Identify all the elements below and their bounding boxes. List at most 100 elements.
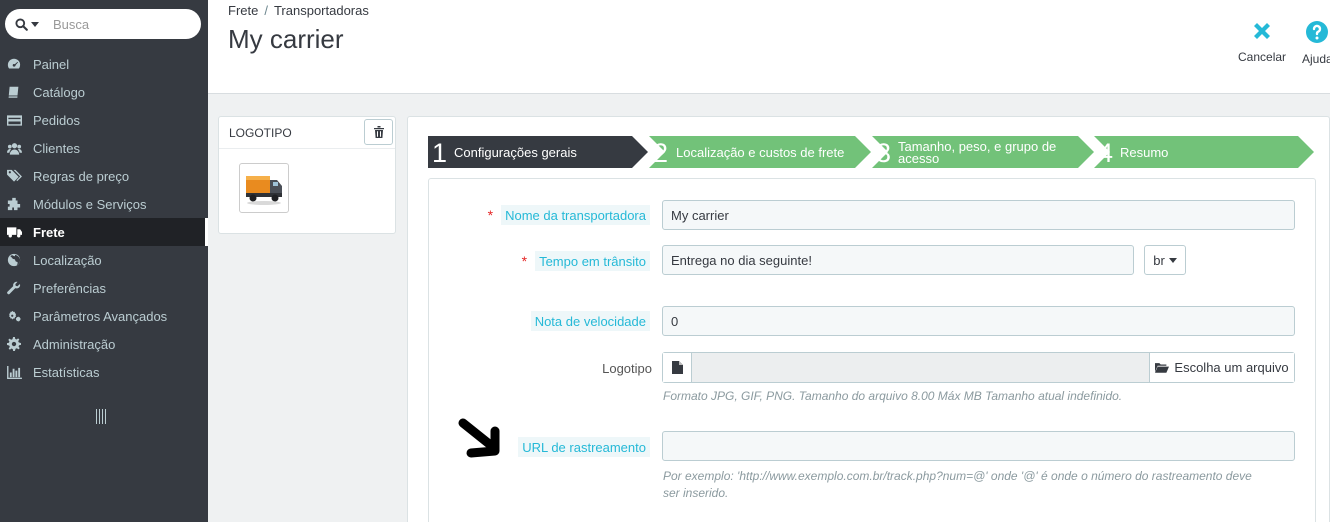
search-box [5, 9, 201, 39]
search-type-dropdown[interactable] [5, 9, 53, 39]
speed-grade-hint: Nota de velocidade [530, 311, 650, 331]
sidebar-item-label: Frete [33, 224, 65, 240]
breadcrumb: Frete / Transportadoras [228, 3, 369, 18]
sidebar-item-administracao[interactable]: Administração [0, 330, 208, 358]
sidebar-item-label: Módulos e Serviços [33, 196, 147, 212]
step-label: Resumo [1120, 145, 1169, 160]
tags-icon [6, 168, 22, 184]
tracking-url-hint: URL de rastreamento [518, 437, 650, 457]
search-icon [15, 17, 28, 31]
cancel-button[interactable]: Cancelar [1238, 20, 1286, 64]
carrier-name-label: * Nome da transportadora [470, 205, 650, 225]
sidebar-item-regras-de-preco[interactable]: Regras de preço [0, 162, 208, 190]
breadcrumb-item[interactable]: Transportadoras [274, 3, 369, 18]
sidebar-item-label: Localização [33, 252, 102, 268]
truck-icon [6, 224, 22, 240]
transit-time-hint: Tempo em trânsito [535, 251, 650, 271]
sidebar-item-catalogo[interactable]: Catálogo [0, 78, 208, 106]
truck-logo-icon [246, 176, 282, 205]
sidebar-item-label: Pedidos [33, 112, 80, 128]
carrier-name-hint: Nome da transportadora [501, 205, 650, 225]
tracking-help-text-line1: Por exemplo: 'http://www.exemplo.com.br/… [663, 469, 1252, 483]
trash-icon [373, 126, 384, 138]
logo-panel: LOGOTIPO [218, 116, 396, 234]
sidebar-item-preferencias[interactable]: Preferências [0, 274, 208, 302]
sidebar-item-label: Preferências [33, 280, 106, 296]
tracking-url-field[interactable] [662, 431, 1295, 461]
sidebar-item-painel[interactable]: Painel [0, 50, 208, 78]
logo-file-input: Escolha um arquivo [662, 352, 1295, 383]
sidebar-item-frete[interactable]: Frete [0, 218, 208, 246]
step-label: Localização e custos de frete [676, 145, 845, 160]
wizard-step-3[interactable]: 3 Tamanho, peso, e grupo de acesso [872, 136, 1094, 168]
sidebar-item-label: Administração [33, 336, 116, 352]
choose-file-button[interactable]: Escolha um arquivo [1149, 353, 1294, 382]
step-number: 2 [653, 138, 669, 168]
logo-help-text: Formato JPG, GIF, PNG. Tamanho do arquiv… [663, 389, 1123, 403]
question-circle-icon [1306, 21, 1329, 43]
close-icon [1254, 23, 1271, 39]
page-header: Frete / Transportadoras My carrier Cancela… [208, 0, 1330, 94]
sidebar-item-label: Estatísticas [33, 364, 100, 380]
cancel-label: Cancelar [1238, 50, 1287, 64]
chevron-down-icon [1168, 257, 1177, 263]
help-button[interactable]: Ajuda [1302, 20, 1330, 66]
sidebar-item-label: Regras de preço [33, 168, 130, 184]
transit-time-label: * Tempo em trânsito [470, 251, 650, 271]
sidebar-item-label: Parâmetros Avançados [33, 308, 168, 324]
sidebar-item-localizacao[interactable]: Localização [0, 246, 208, 274]
language-dropdown[interactable]: br [1144, 245, 1186, 275]
page-title: My carrier [228, 24, 344, 54]
sidebar-item-label: Painel [33, 56, 70, 72]
required-mark: * [521, 253, 528, 269]
sidebar-item-clientes[interactable]: Clientes [0, 134, 208, 162]
tracking-url-label: URL de rastreamento [470, 437, 650, 457]
sidebar-item-pedidos[interactable]: Pedidos [0, 106, 208, 134]
breadcrumb-item[interactable]: Frete [228, 3, 258, 18]
transit-time-field[interactable] [662, 245, 1134, 275]
logo-label: Logotipo [602, 361, 652, 376]
wizard-step-4[interactable]: 4 Resumo [1094, 136, 1314, 168]
wizard-step-1[interactable]: 1 Configurações gerais [428, 136, 648, 168]
gear-icon [6, 336, 22, 352]
search-input[interactable] [53, 12, 183, 36]
sidebar-item-estatisticas[interactable]: Estatísticas [0, 358, 208, 386]
folder-open-icon [1155, 363, 1170, 373]
step-number: 1 [432, 138, 448, 168]
sidebar-item-parametros[interactable]: Parâmetros Avançados [0, 302, 208, 330]
file-name-display[interactable] [692, 353, 1149, 382]
breadcrumb-separator: / [264, 3, 268, 18]
step-number: 4 [1098, 138, 1114, 168]
chevron-down-icon [31, 21, 39, 27]
wizard-step-2[interactable]: 2 Localização e custos de frete [649, 136, 871, 168]
speed-grade-label: Nota de velocidade [470, 311, 650, 331]
step-label: Configurações gerais [454, 145, 577, 160]
tracking-help-text-line2: ser inserido. [663, 486, 729, 500]
language-code: br [1153, 252, 1165, 268]
sidebar-item-label: Clientes [33, 140, 80, 156]
required-mark: * [487, 207, 494, 223]
choose-file-label: Escolha um arquivo [1174, 360, 1289, 375]
step-label-line2: acesso [898, 151, 940, 166]
bar-chart-icon [6, 364, 22, 380]
sidebar-item-modulos[interactable]: Módulos e Serviços [0, 190, 208, 218]
sidebar: Painel Catálogo Pedidos Clientes Regras … [0, 0, 208, 522]
dashboard-icon [6, 56, 22, 72]
sidebar-item-label: Catálogo [33, 84, 86, 100]
puzzle-icon [6, 196, 22, 212]
speed-grade-field[interactable] [662, 306, 1295, 336]
globe-icon [6, 252, 22, 268]
carrier-logo-image [239, 163, 289, 213]
book-icon [6, 84, 22, 100]
sidebar-nav: Painel Catálogo Pedidos Clientes Regras … [0, 50, 208, 386]
help-label: Ajuda [1302, 52, 1330, 66]
sidebar-collapse-icon[interactable] [96, 409, 108, 425]
wrench-icon [6, 280, 22, 296]
file-icon [663, 353, 692, 382]
carrier-name-field[interactable] [662, 200, 1295, 230]
cogs-icon [6, 308, 22, 324]
credit-card-icon [6, 112, 22, 128]
delete-logo-button[interactable] [364, 119, 393, 145]
users-icon [6, 140, 22, 156]
step-number: 3 [876, 138, 892, 168]
